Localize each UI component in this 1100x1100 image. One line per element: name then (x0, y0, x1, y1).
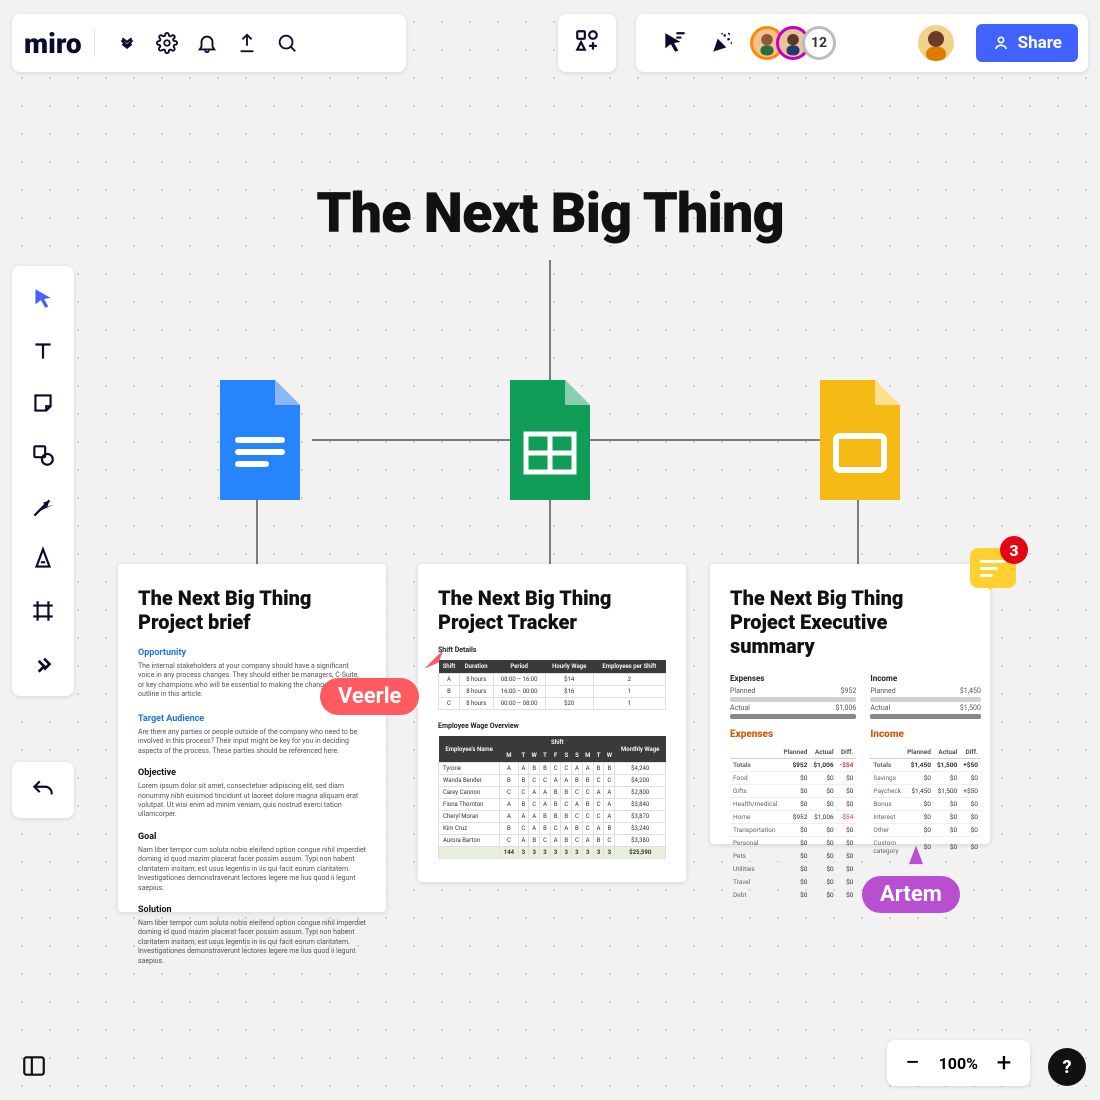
apps-button[interactable] (558, 14, 616, 72)
zoom-controls: − 100% + (887, 1040, 1030, 1086)
peer-label-artem: Artem (862, 876, 960, 913)
wage-table: Employee's NameShiftMonthly WageMTWTFSSM… (438, 736, 666, 859)
tool-shape[interactable] (20, 432, 66, 478)
google-sheet-icon[interactable] (500, 380, 600, 500)
settings-button[interactable] (147, 23, 187, 63)
zoom-percent[interactable]: 100% (939, 1054, 978, 1073)
presence-count-value: 12 (811, 35, 827, 51)
exec-exp-label: Expenses (730, 674, 856, 683)
left-toolbar (12, 266, 74, 696)
comment-thread[interactable]: 3 (970, 548, 1016, 594)
shift-table: ShiftDurationPeriodHourly WageEmployees … (438, 660, 666, 710)
tool-frame[interactable] (20, 588, 66, 634)
search-button[interactable] (267, 23, 307, 63)
section-body: Nam liber tempor cum soluta nobis eleife… (138, 919, 366, 966)
board-title[interactable]: The Next Big Thing (0, 180, 1100, 246)
google-doc-icon[interactable] (210, 380, 310, 500)
peer-cursor-artem (902, 842, 930, 874)
presence-count[interactable]: 12 (802, 26, 836, 60)
section-heading: Opportunity (138, 648, 366, 658)
section-heading: Goal (138, 832, 366, 842)
export-button[interactable] (227, 23, 267, 63)
tool-pen[interactable] (20, 536, 66, 582)
expense-table: PlannedActualDiff.Totals$952$1,006-$54Fo… (730, 746, 856, 902)
help-button[interactable]: ? (1048, 1048, 1086, 1086)
peer-cursor-veerle (420, 645, 448, 677)
card-exec-summary[interactable]: The Next Big Thing Project Executive sum… (710, 564, 990, 844)
reactions-button[interactable] (702, 23, 742, 63)
section-body: Are there any parties or people outside … (138, 728, 366, 756)
card-title: The Next Big Thing Project Executive sum… (730, 586, 970, 658)
tool-more[interactable] (20, 640, 66, 686)
presence-avatars[interactable]: 12 (750, 26, 836, 60)
cursor-tracking-button[interactable] (654, 23, 694, 63)
tool-text[interactable] (20, 328, 66, 374)
topbar-left: miro (12, 14, 406, 72)
board-menu-button[interactable] (107, 23, 147, 63)
zoom-out-button[interactable]: − (899, 1049, 927, 1077)
app-logo[interactable]: miro (24, 27, 82, 60)
panel-toggle-button[interactable] (14, 1046, 54, 1086)
undo-button[interactable] (12, 762, 74, 818)
section-body: Nam liber tempor cum soluta nobis eleife… (138, 846, 366, 893)
section-heading: Solution (138, 905, 366, 915)
card-title: The Next Big Thing Project brief (138, 586, 366, 634)
zoom-in-button[interactable]: + (990, 1049, 1018, 1077)
tool-sticky[interactable] (20, 380, 66, 426)
google-slides-icon[interactable] (810, 380, 910, 500)
share-label: Share (1018, 33, 1062, 53)
share-button[interactable]: Share (976, 24, 1078, 62)
comment-count: 3 (1000, 536, 1028, 564)
tracker-subheading: Shift Details (438, 646, 666, 654)
card-project-brief[interactable]: The Next Big Thing Project brief Opportu… (118, 564, 386, 912)
self-avatar[interactable] (918, 25, 954, 61)
notifications-button[interactable] (187, 23, 227, 63)
card-project-tracker[interactable]: The Next Big Thing Project Tracker Shift… (418, 564, 686, 882)
peer-label-veerle: Veerle (320, 678, 419, 715)
exec-exp-heading: Expenses (730, 729, 856, 740)
tool-select[interactable] (20, 276, 66, 322)
divider (94, 29, 95, 57)
section-heading: Target Audience (138, 714, 366, 724)
tool-arrow[interactable] (20, 484, 66, 530)
section-body: Lorem ipsum dolor sit amet, consectetuer… (138, 782, 366, 820)
card-title: The Next Big Thing Project Tracker (438, 586, 666, 634)
tracker-subheading: Employee Wage Overview (438, 722, 666, 730)
topbar-right: 12 Share (636, 14, 1088, 72)
exec-inc-heading: Income (870, 729, 981, 740)
section-heading: Objective (138, 768, 366, 778)
exec-inc-label: Income (870, 674, 981, 683)
